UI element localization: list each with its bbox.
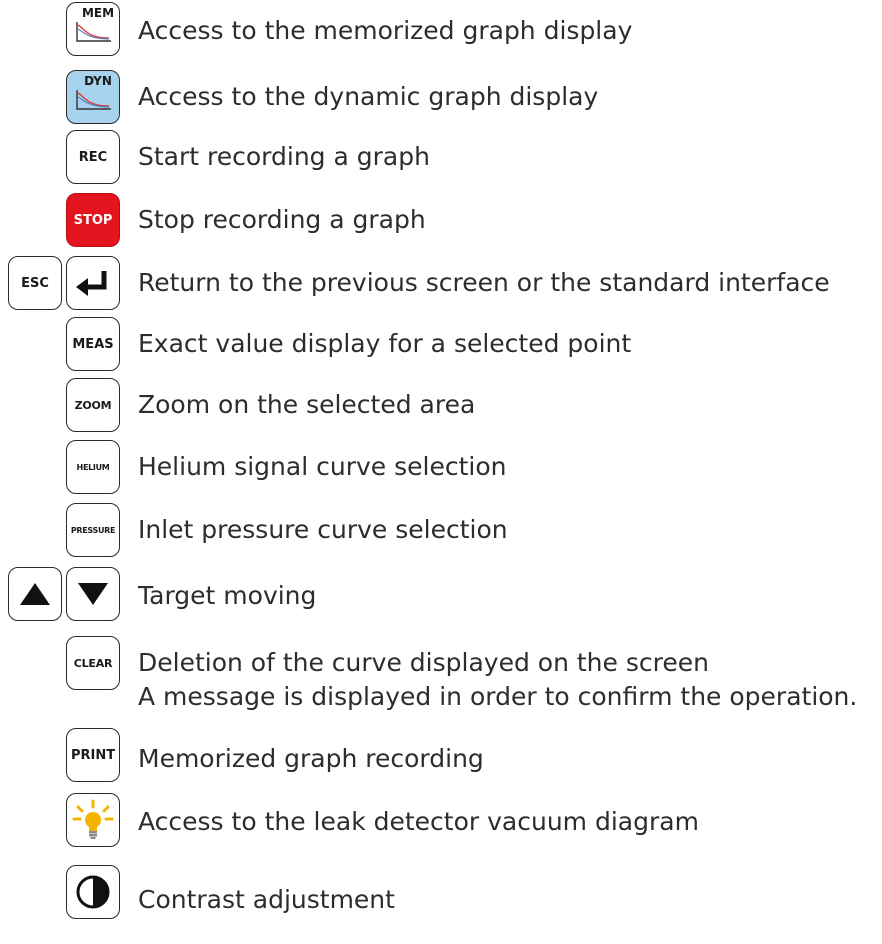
zoom-key-label: ZOOM — [74, 398, 112, 412]
meas-description: Exact value display for a selected point — [138, 329, 632, 358]
contrast-key — [66, 865, 120, 919]
clear-description-line2: A message is displayed in order to confi… — [138, 682, 858, 711]
rec-description: Start recording a graph — [138, 142, 430, 171]
helium-key-label: HELIUM — [76, 462, 110, 472]
rec-key: REC — [66, 130, 120, 184]
helium-key: HELIUM — [66, 440, 120, 494]
mem-key: MEM — [66, 2, 120, 56]
esc-key: ESC — [8, 256, 62, 310]
down-arrow-key — [66, 567, 120, 621]
bulb-description: Access to the leak detector vacuum diagr… — [138, 807, 699, 836]
pressure-description: Inlet pressure curve selection — [138, 515, 508, 544]
mem-key-label: MEM — [81, 6, 115, 20]
triangle-down-icon — [78, 583, 108, 605]
clear-description: Deletion of the curve displayed on the s… — [138, 646, 857, 714]
stop-key-label: STOP — [73, 212, 113, 228]
meas-key-label: MEAS — [72, 336, 114, 352]
graph-curve-icon — [76, 90, 111, 110]
zoom-key: ZOOM — [66, 378, 120, 432]
helium-description: Helium signal curve selection — [138, 452, 507, 481]
zoom-description: Zoom on the selected area — [138, 390, 476, 419]
clear-key-label: CLEAR — [73, 656, 113, 670]
enter-arrow-icon — [76, 271, 107, 296]
bulb-key — [66, 793, 120, 847]
rec-key-label: REC — [78, 149, 108, 165]
light-bulb-icon — [72, 799, 114, 839]
contrast-icon — [76, 875, 110, 909]
arrows-description: Target moving — [138, 581, 317, 610]
enter-key — [66, 256, 120, 310]
triangle-up-icon — [20, 583, 50, 605]
mem-description: Access to the memorized graph display — [138, 16, 633, 45]
print-key-label: PRINT — [70, 747, 116, 763]
print-key: PRINT — [66, 728, 120, 782]
stop-key: STOP — [66, 193, 120, 247]
contrast-description: Contrast adjustment — [138, 885, 395, 914]
esc-description: Return to the previous screen or the sta… — [138, 268, 830, 297]
graph-curve-icon — [76, 22, 111, 42]
dyn-key: DYN — [66, 70, 120, 124]
pressure-key: PRESSURE — [66, 503, 120, 557]
dyn-description: Access to the dynamic graph display — [138, 82, 599, 111]
up-arrow-key — [8, 567, 62, 621]
print-description: Memorized graph recording — [138, 744, 484, 773]
clear-key: CLEAR — [66, 636, 120, 690]
clear-description-line1: Deletion of the curve displayed on the s… — [138, 648, 709, 677]
esc-key-label: ESC — [21, 275, 49, 291]
stop-description: Stop recording a graph — [138, 205, 426, 234]
meas-key: MEAS — [66, 317, 120, 371]
pressure-key-label: PRESSURE — [70, 525, 116, 535]
dyn-key-label: DYN — [84, 74, 112, 88]
